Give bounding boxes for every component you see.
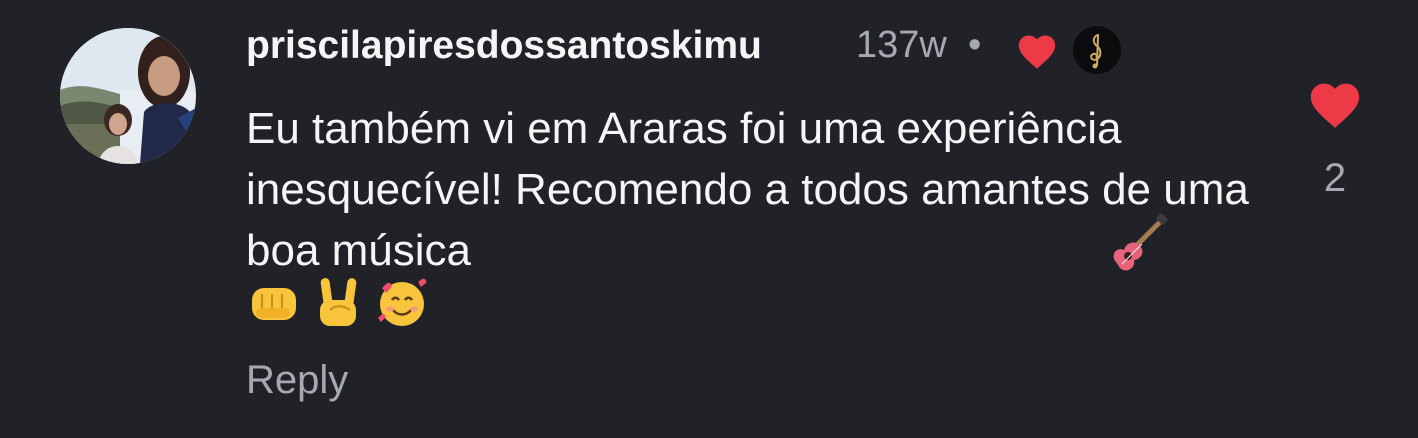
oncoming-fist-emoji <box>246 274 302 330</box>
separator-dot: • <box>968 24 982 66</box>
smiling-face-with-hearts-emoji <box>374 274 430 330</box>
emoji-row <box>246 274 430 336</box>
comment-timestamp: 137w <box>856 24 947 66</box>
guitar-emoji <box>1106 212 1170 276</box>
sign-of-the-horns-emoji <box>310 274 366 330</box>
like-count[interactable]: 2 <box>1306 156 1364 201</box>
comment-username[interactable]: priscilapiresdossantoskimu <box>246 24 762 68</box>
creator-avatar-badge <box>1073 26 1121 74</box>
music-clef-icon <box>1090 34 1102 69</box>
comment-text: Eu também vi em Araras foi uma experiênc… <box>246 104 1249 275</box>
like-heart-icon[interactable] <box>1306 76 1364 130</box>
reply-button[interactable]: Reply <box>246 358 348 403</box>
avatar[interactable] <box>60 28 196 164</box>
creator-liked-heart-icon <box>1015 30 1059 70</box>
